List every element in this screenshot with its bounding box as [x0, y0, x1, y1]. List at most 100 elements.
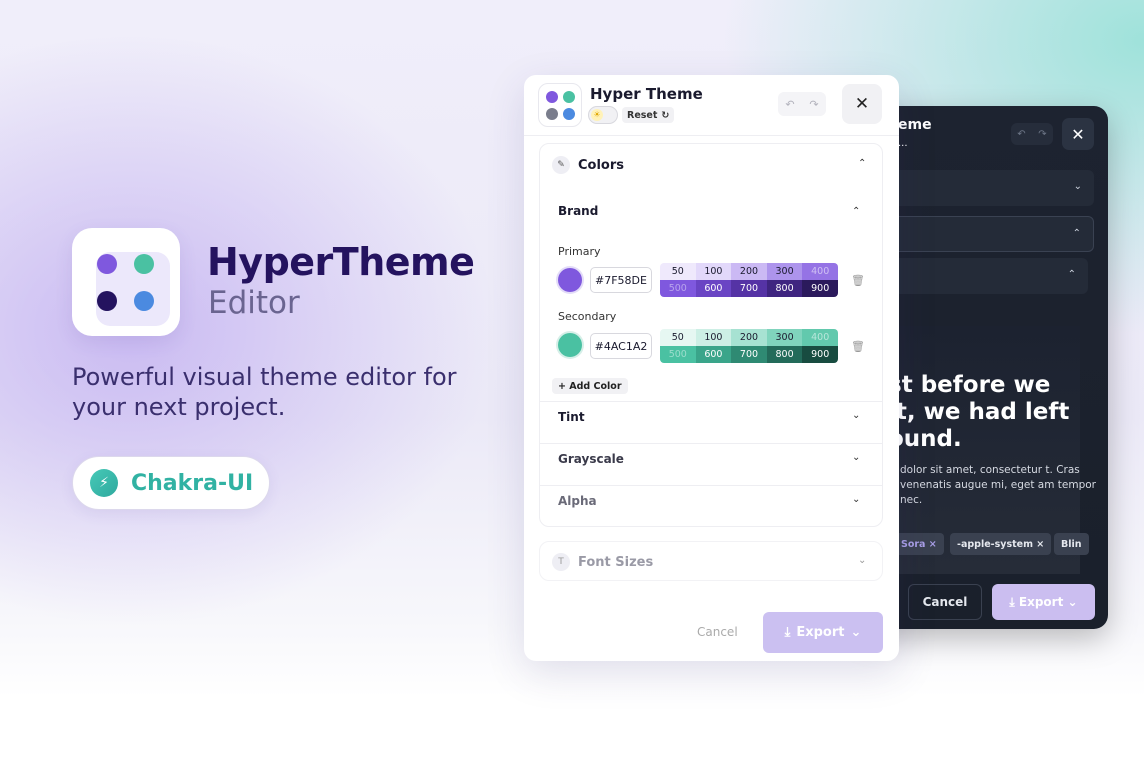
font-chip-apple-system[interactable]: -apple-system ×	[950, 533, 1052, 555]
divider	[540, 401, 882, 402]
font-sizes-label: Font Sizes	[578, 554, 654, 570]
close-button[interactable]: ✕	[842, 84, 882, 124]
chakra-ui-badge[interactable]: ⚡ Chakra-UI	[72, 456, 270, 510]
secondary-color-scale: 50 100 200 300 400 500 600 700 800 900	[660, 329, 838, 363]
dark-subtitle: ...	[898, 138, 908, 149]
reset-button[interactable]: Reset ↻	[622, 107, 675, 123]
trash-icon[interactable]: 🗑	[851, 340, 865, 353]
secondary-shade-700[interactable]: 700	[731, 346, 767, 363]
dark-heading-line: ound.	[888, 426, 962, 452]
plus-icon: +	[558, 380, 570, 392]
primary-shade-500[interactable]: 500	[660, 280, 696, 297]
chevron-down-icon[interactable]: ⌄	[852, 452, 860, 463]
chevron-down-icon[interactable]: ⌄	[858, 555, 866, 566]
export-button[interactable]: ⤓ Export ⌄	[763, 612, 883, 653]
secondary-shade-200[interactable]: 200	[731, 329, 767, 346]
secondary-label: Secondary	[558, 310, 617, 323]
dark-cancel-button[interactable]: Cancel	[908, 584, 982, 620]
theme-editor-panel: Hyper Theme ☀ Reset ↻ ↶ ↷ ✕ ✎ Colors ⌃ Br…	[524, 75, 899, 661]
font-chip-sora[interactable]: Sora ×	[894, 533, 944, 555]
primary-swatch[interactable]	[558, 268, 582, 292]
chevron-down-icon: ⌄	[1073, 181, 1082, 192]
trash-icon[interactable]: 🗑	[851, 274, 865, 287]
secondary-shade-800[interactable]: 800	[766, 346, 803, 363]
secondary-shade-50[interactable]: 50	[660, 329, 696, 346]
add-color-label: Add Color	[569, 380, 622, 392]
export-label: Export	[796, 625, 845, 640]
brand-name: HyperTheme	[207, 240, 475, 284]
primary-color-scale: 50 100 200 300 400 500 600 700 800 900	[660, 263, 838, 297]
colors-section-header[interactable]: ✎ Colors	[552, 156, 624, 174]
secondary-swatch[interactable]	[558, 333, 582, 357]
primary-shade-800[interactable]: 800	[766, 280, 803, 297]
primary-shade-50[interactable]: 50	[660, 263, 696, 280]
secondary-shade-100[interactable]: 100	[695, 329, 732, 346]
logo-dot	[563, 108, 575, 120]
colors-section: ✎ Colors ⌃ Brand ⌃ Primary #7F58DE 50 100…	[539, 143, 883, 527]
dark-heading-line: it, we had left	[888, 399, 1070, 425]
tint-label[interactable]: Tint	[558, 410, 585, 424]
cancel-button[interactable]: Cancel	[697, 625, 738, 639]
dark-undo-redo-group[interactable]: ↶ ↷	[1011, 123, 1053, 145]
dark-close-button[interactable]: ✕	[1062, 118, 1094, 150]
redo-icon[interactable]: ↷	[1038, 129, 1046, 140]
redo-icon[interactable]: ↷	[809, 98, 818, 111]
chevron-up-icon[interactable]: ⌃	[852, 206, 860, 217]
chevron-down-icon[interactable]: ⌄	[852, 494, 860, 505]
primary-shade-100[interactable]: 100	[695, 263, 732, 280]
primary-shade-300[interactable]: 300	[766, 263, 803, 280]
secondary-shade-500[interactable]: 500	[660, 346, 696, 363]
badge-label: Chakra-UI	[131, 470, 254, 496]
secondary-shade-600[interactable]: 600	[695, 346, 732, 363]
divider	[540, 485, 882, 486]
chevron-up-icon[interactable]: ⌃	[858, 158, 866, 169]
add-color-button[interactable]: + Add Color	[552, 378, 628, 394]
undo-redo-group[interactable]: ↶ ↷	[778, 92, 826, 116]
logo-dot-purple	[97, 254, 117, 274]
logo-dot-teal	[134, 254, 154, 274]
editor-logo	[538, 83, 582, 127]
undo-icon[interactable]: ↶	[1017, 129, 1025, 140]
lightning-icon: ⚡	[90, 469, 118, 497]
chevron-down-icon[interactable]: ⌄	[852, 410, 860, 421]
download-icon: ⤓	[784, 625, 791, 640]
primary-shade-700[interactable]: 700	[731, 280, 767, 297]
primary-shade-600[interactable]: 600	[695, 280, 732, 297]
brand-subtitle: Editor	[208, 285, 300, 321]
primary-shade-200[interactable]: 200	[731, 263, 767, 280]
secondary-shade-400[interactable]: 400	[802, 329, 838, 346]
grayscale-label[interactable]: Grayscale	[558, 452, 624, 466]
chevron-down-icon: ⌄	[1063, 595, 1078, 609]
secondary-hex-input[interactable]: #4AC1A2	[590, 333, 652, 359]
dark-export-button[interactable]: ⤓ Export ⌄	[992, 584, 1095, 620]
colors-label: Colors	[578, 157, 625, 173]
logo-dot-navy	[97, 291, 117, 311]
logo-dot	[546, 108, 558, 120]
font-sizes-section[interactable]: T Font Sizes ⌄	[539, 541, 883, 581]
secondary-shade-900[interactable]: 900	[802, 346, 838, 363]
secondary-shade-300[interactable]: 300	[766, 329, 803, 346]
tagline: Powerful visual theme editor for your ne…	[72, 363, 457, 421]
pen-icon: ✎	[552, 156, 570, 174]
font-size-icon: T	[552, 553, 570, 571]
logo-dot	[546, 91, 558, 103]
dark-heading-line: st before we	[888, 372, 1051, 398]
chevron-up-icon: ⌃	[1067, 269, 1076, 280]
font-sizes-header: T Font Sizes	[552, 553, 653, 571]
primary-shade-400[interactable]: 400	[802, 263, 838, 280]
font-chip-blink[interactable]: Blin	[1054, 533, 1089, 555]
alpha-label[interactable]: Alpha	[558, 494, 597, 508]
sun-icon: ☀	[591, 109, 603, 121]
dark-export-label: Export	[1018, 595, 1064, 609]
brand-label[interactable]: Brand	[558, 204, 598, 218]
primary-label: Primary	[558, 245, 601, 258]
app-logo	[72, 228, 180, 336]
primary-shade-900[interactable]: 900	[802, 280, 838, 297]
primary-hex-input[interactable]: #7F58DE	[590, 267, 652, 293]
download-icon: ⤓	[1009, 594, 1019, 609]
undo-icon[interactable]: ↶	[785, 98, 794, 111]
dark-preview-heading: st before we it, we had left ound.	[888, 372, 1098, 453]
reset-label: Reset	[627, 109, 658, 121]
header-divider	[524, 135, 899, 136]
color-mode-toggle[interactable]: ☀	[588, 106, 618, 124]
